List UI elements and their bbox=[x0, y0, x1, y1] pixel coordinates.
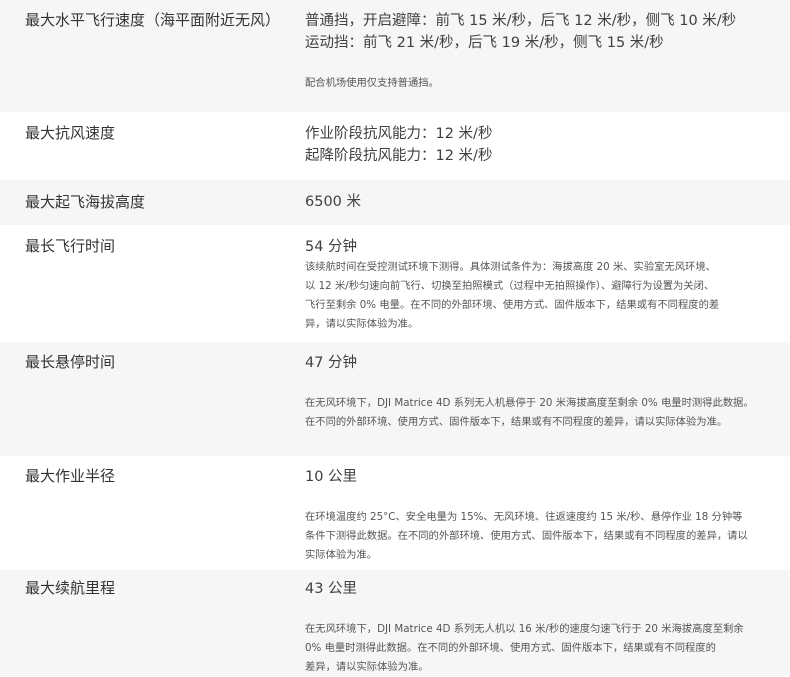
spec-note-line: 差异，请以实际体验为准。 bbox=[305, 661, 429, 673]
spec-value: 作业阶段抗风能力：12 米/秒 起降阶段抗风能力：12 米/秒 bbox=[305, 123, 785, 167]
spec-label: 最大作业半径 bbox=[25, 467, 116, 485]
spec-value: 54 分钟 该续航时间在受控测试环境下测得。具体测试条件为：海拔高度 20 米、… bbox=[305, 236, 785, 334]
spec-label: 最长悬停时间 bbox=[25, 353, 116, 371]
spec-row-max-horizontal-speed: 最大水平飞行速度（海平面附近无风） 普通挡，开启避障：前飞 15 米/秒，后飞 … bbox=[0, 0, 790, 112]
spec-value: 普通挡，开启避障：前飞 15 米/秒，后飞 12 米/秒，侧飞 10 米/秒 运… bbox=[305, 10, 785, 93]
spec-row-max-wind-resistance: 最大抗风速度 作业阶段抗风能力：12 米/秒 起降阶段抗风能力：12 米/秒 bbox=[0, 112, 790, 180]
spec-note-line: 在不同的外部环境、使用方式、固件版本下，结果或有不同程度的差异，请以实际体验为准… bbox=[305, 416, 728, 428]
spec-label: 最大起飞海拔高度 bbox=[25, 193, 146, 211]
spec-value: 10 公里 在环境温度约 25°C、安全电量为 15%、无风环境、往返速度约 1… bbox=[305, 466, 785, 565]
spec-note-line: 在无风环境下，DJI Matrice 4D 系列无人机以 16 米/秒的速度匀速… bbox=[305, 623, 744, 635]
spec-value-line: 起降阶段抗风能力：12 米/秒 bbox=[305, 148, 493, 164]
spec-row-max-takeoff-altitude: 最大起飞海拔高度 6500 米 bbox=[0, 180, 790, 225]
spec-value-line: 54 分钟 bbox=[305, 239, 358, 255]
spec-note-line: 在环境温度约 25°C、安全电量为 15%、无风环境、往返速度约 15 米/秒、… bbox=[305, 511, 743, 523]
spec-label: 最大抗风速度 bbox=[25, 124, 116, 142]
spec-value-line: 运动挡：前飞 21 米/秒，后飞 19 米/秒，侧飞 15 米/秒 bbox=[305, 35, 664, 51]
spec-row-max-operating-radius: 最大作业半径 10 公里 在环境温度约 25°C、安全电量为 15%、无风环境、… bbox=[0, 456, 790, 570]
spec-value-line: 10 公里 bbox=[305, 469, 358, 485]
spec-value-line: 普通挡，开启避障：前飞 15 米/秒，后飞 12 米/秒，侧飞 10 米/秒 bbox=[305, 13, 737, 29]
spec-note-line: 该续航时间在受控测试环境下测得。具体测试条件为：海拔高度 20 米、实验室无风环… bbox=[305, 261, 716, 273]
spec-label: 最大水平飞行速度（海平面附近无风） bbox=[25, 11, 281, 29]
spec-value: 6500 米 bbox=[305, 191, 785, 213]
spec-value: 43 公里 在无风环境下，DJI Matrice 4D 系列无人机以 16 米/… bbox=[305, 578, 785, 677]
spec-value-line: 47 分钟 bbox=[305, 355, 358, 371]
spec-note: 配合机场使用仅支持普通挡。 bbox=[305, 74, 785, 93]
spec-value-line: 6500 米 bbox=[305, 194, 362, 210]
spec-note: 在无风环境下，DJI Matrice 4D 系列无人机以 16 米/秒的速度匀速… bbox=[305, 620, 785, 677]
spec-value-line: 43 公里 bbox=[305, 581, 358, 597]
spec-note-line: 异，请以实际体验为准。 bbox=[305, 318, 419, 330]
spec-note: 该续航时间在受控测试环境下测得。具体测试条件为：海拔高度 20 米、实验室无风环… bbox=[305, 258, 785, 334]
spec-note-line: 0% 电量时测得此数据。在不同的外部环境、使用方式、固件版本下，结果或有不同程度… bbox=[305, 642, 716, 654]
spec-row-max-hover-time: 最长悬停时间 47 分钟 在无风环境下，DJI Matrice 4D 系列无人机… bbox=[0, 342, 790, 456]
spec-note-line: 配合机场使用仅支持普通挡。 bbox=[305, 77, 439, 89]
spec-label: 最长飞行时间 bbox=[25, 237, 116, 255]
spec-note-line: 条件下测得此数据。在不同的外部环境、使用方式、固件版本下，结果或有不同程度的差异… bbox=[305, 530, 748, 542]
spec-row-max-flight-time: 最长飞行时间 54 分钟 该续航时间在受控测试环境下测得。具体测试条件为：海拔高… bbox=[0, 225, 790, 342]
spec-label: 最大续航里程 bbox=[25, 579, 116, 597]
spec-note: 在环境温度约 25°C、安全电量为 15%、无风环境、往返速度约 15 米/秒、… bbox=[305, 508, 785, 565]
spec-value: 47 分钟 在无风环境下，DJI Matrice 4D 系列无人机悬停于 20 … bbox=[305, 352, 785, 432]
spec-note-line: 实际体验为准。 bbox=[305, 549, 378, 561]
spec-note-line: 以 12 米/秒匀速向前飞行、切换至拍照模式（过程中无拍照操作）、避障行为设置为… bbox=[305, 280, 715, 292]
spec-note-line: 在无风环境下，DJI Matrice 4D 系列无人机悬停于 20 米海拔高度至… bbox=[305, 397, 754, 409]
spec-row-max-range: 最大续航里程 43 公里 在无风环境下，DJI Matrice 4D 系列无人机… bbox=[0, 570, 790, 676]
spec-value-line: 作业阶段抗风能力：12 米/秒 bbox=[305, 126, 493, 142]
spec-note: 在无风环境下，DJI Matrice 4D 系列无人机悬停于 20 米海拔高度至… bbox=[305, 394, 785, 432]
spec-note-line: 飞行至剩余 0% 电量。在不同的外部环境、使用方式、固件版本下，结果或有不同程度… bbox=[305, 299, 720, 311]
